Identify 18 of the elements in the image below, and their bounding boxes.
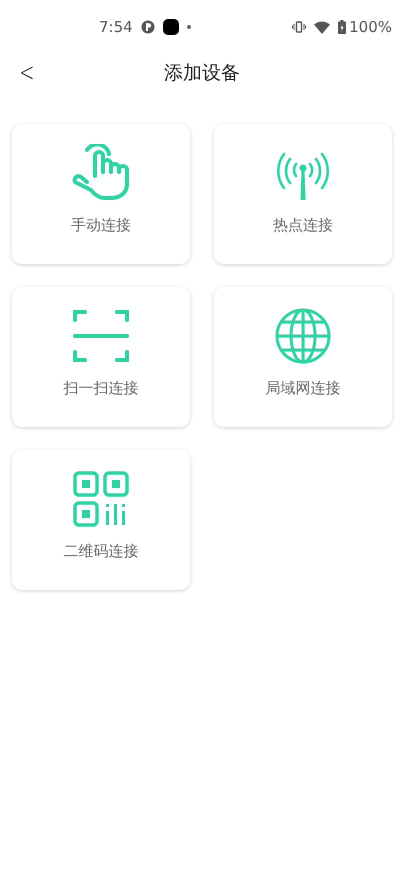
globe-icon xyxy=(274,307,332,365)
status-time: 7:54 xyxy=(99,18,133,36)
wifi-icon xyxy=(314,20,330,34)
battery-percentage: 100% xyxy=(349,18,392,36)
dot-icon xyxy=(186,25,191,29)
vibrate-icon xyxy=(292,21,306,33)
connection-option-card[interactable]: 局域网连接 xyxy=(214,287,392,427)
connection-option-card[interactable]: 扫一扫连接 xyxy=(12,287,190,427)
scan-icon xyxy=(73,307,129,365)
app-notification-icon xyxy=(140,20,155,34)
connection-option-card[interactable]: 二维码连接 xyxy=(12,450,190,590)
qr-code-icon xyxy=(73,470,129,528)
back-button[interactable]: < xyxy=(16,58,38,88)
connection-option-card[interactable]: 热点连接 xyxy=(214,124,392,264)
page-title: 添加设备 xyxy=(164,61,240,86)
battery-icon xyxy=(338,20,346,34)
app-notification-icon xyxy=(162,19,179,35)
connection-option-card[interactable]: 手动连接 xyxy=(12,124,190,264)
